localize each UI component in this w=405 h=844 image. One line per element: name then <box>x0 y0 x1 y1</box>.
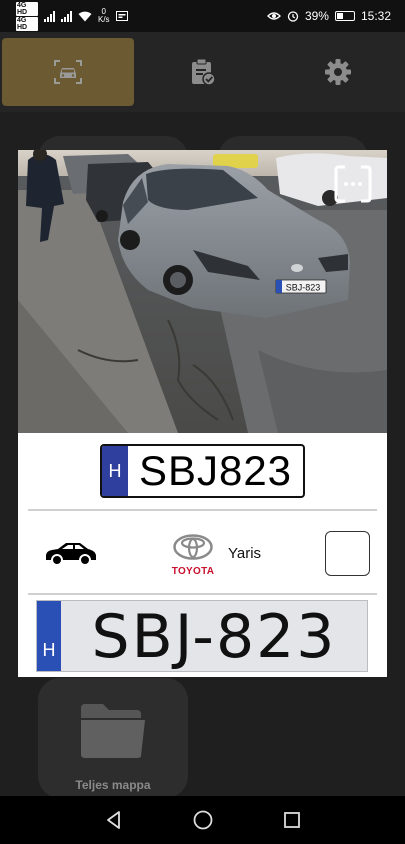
sim1-label: 4G HD <box>16 1 38 16</box>
plate-country-code: H <box>102 446 128 496</box>
alarm-icon <box>287 11 299 22</box>
recents-icon[interactable] <box>283 811 301 829</box>
tab-history[interactable] <box>137 38 269 106</box>
signal-1-icon <box>44 10 55 22</box>
system-navigation-bar <box>0 796 405 844</box>
recognition-result-dialog: SBJ-823 H SBJ823 TOYOTA Yaris H SBJ-823 <box>18 150 387 677</box>
plate-number: SBJ823 <box>138 447 293 494</box>
clock: 15:32 <box>360 9 391 23</box>
sim-indicators: 4G HD 4G HD <box>16 1 38 32</box>
tab-scan[interactable] <box>1 38 134 106</box>
net-speed-unit: K/s <box>98 15 110 24</box>
vehicle-photo: SBJ-823 <box>18 150 387 433</box>
gear-icon <box>324 59 351 85</box>
back-icon[interactable] <box>104 810 124 830</box>
home-icon[interactable] <box>192 809 214 831</box>
brand-logo: TOYOTA <box>168 534 218 577</box>
divider-top <box>28 509 377 511</box>
sim2-label: 4G HD <box>16 16 38 31</box>
clipboard-check-icon <box>191 58 216 86</box>
full-folder-button[interactable]: Teljes mappa <box>38 678 188 798</box>
recognized-plate[interactable]: H SBJ823 <box>100 444 305 498</box>
divider-bottom <box>28 593 377 595</box>
screenshot-notification-icon <box>115 11 128 21</box>
battery-percent: 39% <box>304 9 329 23</box>
plate-crop-country-code: H <box>37 601 61 671</box>
folder-icon <box>81 704 145 758</box>
car-scan-icon <box>53 60 82 84</box>
photo-plate-text: SBJ-823 <box>286 283 321 293</box>
tab-settings[interactable] <box>272 38 404 106</box>
plate-crop-image: H SBJ-823 <box>36 600 368 672</box>
wifi-icon <box>78 11 92 21</box>
model-name: Yaris <box>228 545 262 562</box>
eye-icon <box>267 12 281 20</box>
scan-frame-icon[interactable] <box>333 164 373 204</box>
net-speed: 0 K/s <box>98 8 110 24</box>
car-icon <box>46 543 96 566</box>
top-navigation <box>0 32 405 112</box>
vehicle-color-swatch[interactable] <box>325 531 370 576</box>
plate-crop-text: SBJ-823 <box>91 602 337 672</box>
status-bar: 4G HD 4G HD 0 K/s 39% 15:32 <box>0 0 405 32</box>
folder-label: Teljes mappa <box>75 778 151 792</box>
battery-icon <box>334 11 355 21</box>
signal-2-icon <box>61 10 72 22</box>
brand-name: TOYOTA <box>171 566 215 577</box>
toyota-logo-icon <box>173 534 213 560</box>
